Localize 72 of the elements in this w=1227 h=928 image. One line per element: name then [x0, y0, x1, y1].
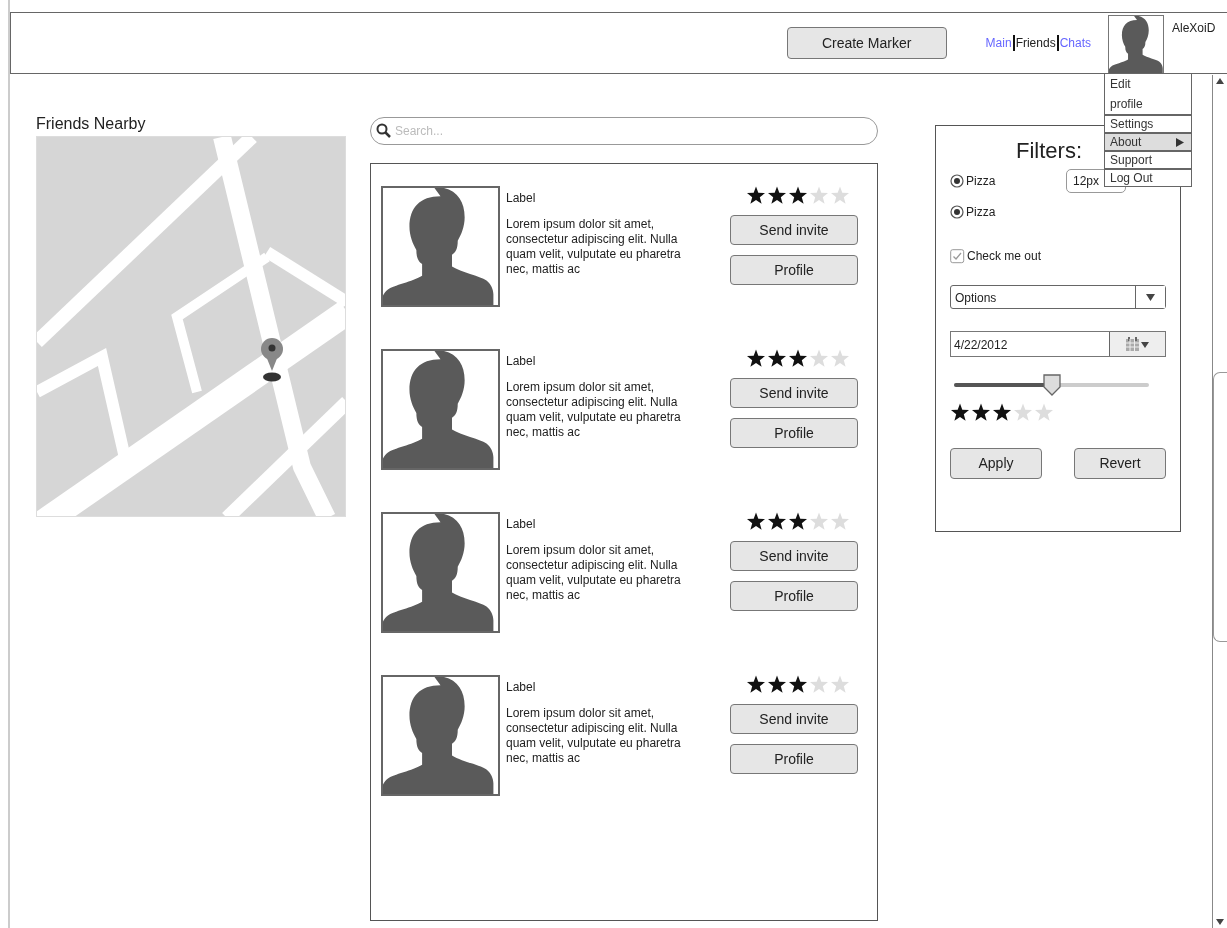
empty-star-icon	[1013, 403, 1033, 422]
empty-star-icon	[809, 349, 829, 368]
search-field[interactable]: Search...	[370, 117, 878, 145]
friend-description: Lorem ipsum dolor sit amet, consectetur adipiscing elit. Nulla quam velit, vulputate eu pharetra nec, mattis ac	[506, 543, 682, 603]
star-icon	[788, 186, 808, 205]
empty-star-icon	[809, 186, 829, 205]
checkbox[interactable]	[950, 248, 965, 264]
caret-icon	[1146, 293, 1155, 301]
nav-link[interactable]: Main	[984, 35, 1013, 51]
empty-star-icon	[1034, 403, 1054, 422]
profile-button[interactable]: Profile	[730, 744, 858, 774]
send-invite-button[interactable]: Send invite	[730, 378, 858, 408]
send-invite-button[interactable]: Send invite	[730, 541, 858, 571]
apply-button[interactable]: Apply	[950, 448, 1042, 479]
empty-star-icon	[830, 675, 850, 694]
search-icon	[376, 123, 391, 138]
empty-star-icon	[830, 186, 850, 205]
empty-star-icon	[830, 512, 850, 531]
star-icon	[767, 349, 787, 368]
friend-name: Label	[506, 190, 537, 207]
radio-button[interactable]	[950, 174, 964, 188]
star-icon	[746, 675, 766, 694]
slider-thumb[interactable]	[1041, 374, 1062, 396]
friend-name: Label	[506, 353, 537, 370]
friend-description: Lorem ipsum dolor sit amet, consectetur adipiscing elit. Nulla quam velit, vulputate eu pharetra nec, mattis ac	[506, 706, 682, 766]
star-icon	[767, 512, 787, 531]
menu-item[interactable]: Edit profile	[1105, 74, 1191, 114]
friend-description: Lorem ipsum dolor sit amet, consectetur adipiscing elit. Nulla quam velit, vulputate eu pharetra nec, mattis ac	[506, 217, 682, 277]
friend-name: Label	[506, 516, 537, 533]
submenu-arrow-icon	[1175, 136, 1185, 148]
checkbox-label: Check me out	[967, 248, 1042, 265]
revert-button[interactable]: Revert	[1074, 448, 1166, 479]
scroll-thumb[interactable]	[1213, 372, 1227, 642]
nav-link[interactable]: Friends	[1012, 35, 1057, 51]
radio-button[interactable]	[950, 205, 964, 219]
profile-button[interactable]: Profile	[730, 255, 858, 285]
create-marker-button[interactable]: Create Marker	[786, 27, 947, 59]
star-icon	[788, 675, 808, 694]
radio-label: Pizza	[966, 204, 996, 221]
star-icon	[950, 403, 970, 422]
avatar-frame[interactable]	[1108, 15, 1164, 73]
star-icon	[788, 349, 808, 368]
send-invite-button[interactable]: Send invite	[730, 704, 858, 734]
menu-item[interactable]: Support	[1105, 150, 1191, 168]
panel-title: Filters:	[1016, 138, 1082, 164]
menu-item[interactable]: About	[1105, 132, 1191, 150]
scrollbar[interactable]	[1212, 75, 1227, 928]
star-icon	[767, 186, 787, 205]
map-pin-icon	[259, 337, 285, 382]
star-icon	[971, 403, 991, 422]
empty-star-icon	[830, 349, 850, 368]
radio-label: Pizza	[966, 173, 996, 190]
empty-star-icon	[809, 512, 829, 531]
menu-item[interactable]: Log Out	[1105, 168, 1191, 186]
star-icon	[767, 675, 787, 694]
profile-button[interactable]: Profile	[730, 581, 858, 611]
empty-star-icon	[809, 675, 829, 694]
star-icon	[746, 349, 766, 368]
star-icon	[992, 403, 1012, 422]
options-dropdown[interactable]: Options	[950, 285, 1166, 309]
nav-link[interactable]: Chats	[1056, 35, 1092, 51]
friend-name: Label	[506, 679, 537, 696]
star-icon	[746, 186, 766, 205]
calendar-icon	[1125, 336, 1149, 351]
send-invite-button[interactable]: Send invite	[730, 215, 858, 245]
friend-description: Lorem ipsum dolor sit amet, consectetur adipiscing elit. Nulla quam velit, vulputate eu pharetra nec, mattis ac	[506, 380, 682, 440]
profile-button[interactable]: Profile	[730, 418, 858, 448]
username: AleXoiD	[1172, 20, 1217, 37]
star-icon	[746, 512, 766, 531]
section-title: Friends Nearby	[36, 114, 147, 134]
star-icon	[788, 512, 808, 531]
date-field[interactable]: 4/22/2012	[950, 331, 1166, 357]
